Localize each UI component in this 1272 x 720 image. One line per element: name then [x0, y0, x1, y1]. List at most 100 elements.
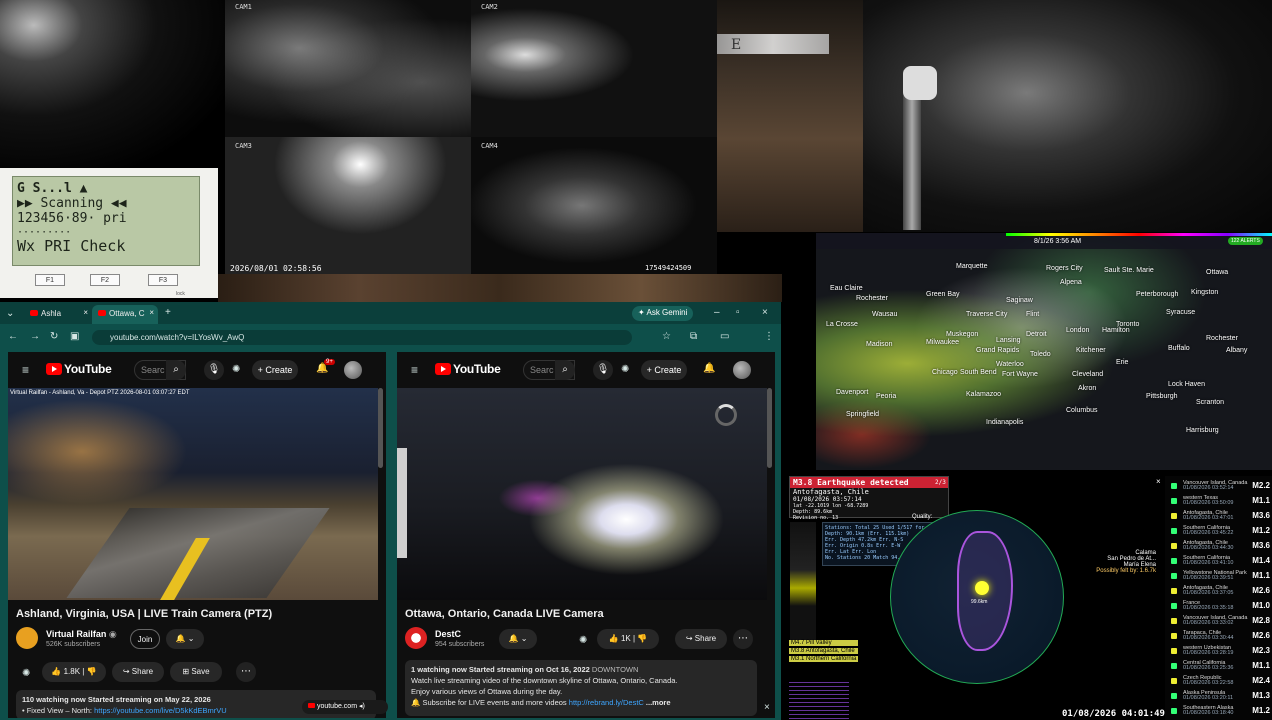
radar-city: Ottawa [1206, 269, 1229, 276]
create-button[interactable]: + Create [641, 360, 687, 380]
quake-list-item[interactable]: Central California 01/08/2026 03:25:36 M1.… [1165, 660, 1272, 672]
globe[interactable]: 99.6km [890, 510, 1064, 684]
quake-list-item[interactable]: western Texas 01/08/2026 03:50:09 M1.1 [1165, 495, 1272, 507]
close-window-icon[interactable]: × [762, 307, 768, 319]
close-overlay-icon[interactable]: × [764, 702, 770, 714]
alerts-badge[interactable]: 122 ALERTS [1228, 237, 1263, 245]
tab-close-icon[interactable]: × [83, 308, 88, 317]
account-avatar[interactable] [733, 361, 751, 379]
description-link[interactable]: https://youtube.com/live/D5kKdEBmrVU [94, 706, 227, 715]
channel-name[interactable]: DestC [435, 629, 461, 639]
radar-city: Pittsburgh [1146, 393, 1178, 400]
like-button[interactable]: 👍 1.8K | 👎 [42, 662, 106, 682]
quake-close-icon[interactable]: × [1156, 477, 1161, 486]
quake-list-time: 01/08/2026 03:20:11 [1183, 695, 1234, 701]
quake-list-magnitude: M1.0 [1252, 601, 1270, 610]
create-button[interactable]: + Create [252, 360, 298, 380]
url-field[interactable]: youtube.com/watch?v=ILYosWv_AwQ [92, 330, 632, 345]
more-actions-icon[interactable]: ⋯ [236, 662, 256, 682]
search-lens-icon[interactable]: ✺ [232, 364, 240, 376]
extensions-icon[interactable]: ⧉ [690, 331, 697, 343]
description-link[interactable]: http://rebrand.ly/DestC [569, 698, 644, 707]
more-actions-icon[interactable]: ⋯ [733, 629, 753, 649]
like-button[interactable]: 👍 1K | 👎 [597, 629, 659, 649]
scrollbar[interactable] [767, 388, 772, 468]
more-link[interactable]: ...more [646, 698, 671, 707]
quake-list-time: 01/08/2026 03:35:18 [1183, 605, 1234, 611]
search-icon[interactable]: ⌕ [555, 360, 575, 380]
quake-list[interactable]: Vancouver Island, Canada 01/08/2026 03:52… [1165, 476, 1272, 720]
dislike-icon: 👎 [637, 634, 648, 643]
quake-list-item[interactable]: western Uzbekistan 01/08/2026 03:28:19 M2.… [1165, 645, 1272, 657]
cast-icon[interactable]: ▭ [720, 331, 729, 343]
forward-icon[interactable]: → [30, 331, 40, 343]
scrollbar[interactable] [378, 388, 383, 468]
clip-icon[interactable]: ✺ [579, 635, 587, 647]
notifications-icon[interactable]: 🔔 [703, 363, 715, 375]
video-description[interactable]: 1 watching now Started streaming on Oct … [405, 660, 757, 716]
browser-window: ⌄ Ashla × Ottawa, C × + ✦ Ask Gemini – ▫… [0, 302, 781, 720]
quake-list-item[interactable]: Alaska Peninsula 01/08/2026 03:20:11 M1.3 [1165, 690, 1272, 702]
mic-icon[interactable]: 🎙 [593, 360, 613, 380]
cam1-feed: CAM1 [225, 0, 471, 137]
subscribe-bell-button[interactable]: 🔔 ⌄ [166, 629, 204, 649]
quake-list-item[interactable]: France 01/08/2026 03:35:18 M1.0 [1165, 600, 1272, 612]
channel-avatar[interactable] [16, 627, 38, 649]
ask-gemini-button[interactable]: ✦ Ask Gemini [632, 306, 694, 321]
youtube-favicon-icon [308, 703, 315, 708]
scanner-f2-button[interactable]: F2 [90, 274, 120, 286]
left-video-player[interactable]: Virtual Railfan - Ashland, Va - Depot PT… [8, 388, 378, 600]
join-button[interactable]: Join [130, 629, 160, 649]
right-video-player[interactable] [397, 388, 767, 600]
account-avatar[interactable] [344, 361, 362, 379]
media-taskbar[interactable]: youtube.com ◂) [302, 700, 388, 714]
search-icon[interactable]: ⌕ [166, 360, 186, 380]
subscribe-bell-button[interactable]: 🔔 ⌄ [499, 629, 537, 649]
menu-dots-icon[interactable]: ⋮ [764, 331, 774, 343]
quake-list-item[interactable]: Czech Republic 01/08/2026 03:22:58 M2.4 [1165, 675, 1272, 687]
hamburger-icon[interactable]: ≡ [22, 364, 29, 376]
volume-icon[interactable]: ◂) [359, 703, 365, 710]
quake-list-item[interactable]: Antofagasta, Chile 01/08/2026 03:47:01 M3.… [1165, 510, 1272, 522]
star-icon[interactable]: ☆ [662, 331, 671, 343]
scanner-f3-button[interactable]: F3 [148, 274, 178, 286]
tab-ottawa[interactable]: Ottawa, C × [92, 305, 158, 324]
youtube-logo[interactable]: YouTube [435, 362, 501, 376]
quake-list-item[interactable]: Southeastern Alaska 01/08/2026 03:18:40 M1… [1165, 705, 1272, 717]
youtube-logo[interactable]: YouTube [46, 362, 112, 376]
quake-list-item[interactable]: Yellowstone National Park 01/08/2026 03:3… [1165, 570, 1272, 582]
tab-close-icon[interactable]: × [149, 308, 154, 317]
sidebar-icon[interactable]: ▣ [70, 331, 79, 343]
weather-radar-map[interactable]: 8/1/26 3:56 AM 122 ALERTS Marquette Roger… [816, 233, 1272, 470]
quake-severity-icon [1171, 528, 1177, 534]
channel-name[interactable]: Virtual Railfan ◉ [46, 629, 117, 640]
quake-list-item[interactable]: Tarapaca, Chile 01/08/2026 03:30:44 M2.6 [1165, 630, 1272, 642]
quake-list-item[interactable]: Antofagasta, Chile 01/08/2026 03:37:05 M2.… [1165, 585, 1272, 597]
channel-avatar[interactable] [405, 627, 427, 649]
quake-list-item[interactable]: Vancouver Island, Canada 01/08/2026 03:52… [1165, 480, 1272, 492]
hamburger-icon[interactable]: ≡ [411, 364, 418, 376]
maximize-icon[interactable]: ▫ [736, 307, 740, 319]
search-lens-icon[interactable]: ✺ [621, 364, 629, 376]
minimize-icon[interactable]: – [714, 307, 720, 319]
radar-city: Akron [1078, 385, 1097, 392]
tab-search-icon[interactable]: ⌄ [6, 308, 14, 320]
create-label: Create [265, 365, 293, 375]
reload-icon[interactable]: ↻ [50, 331, 58, 343]
share-button[interactable]: ↪ Share [112, 662, 164, 682]
clip-icon[interactable]: ✺ [22, 668, 30, 680]
feeder [903, 66, 937, 100]
tab-ottawa-label: Ottawa, C [109, 309, 145, 318]
share-button[interactable]: ↪ Share [675, 629, 727, 649]
save-button[interactable]: ⊞ Save [170, 662, 222, 682]
quake-list-item[interactable]: Antofagasta, Chile 01/08/2026 03:44:30 M3.… [1165, 540, 1272, 552]
radar-city: Erie [1116, 359, 1129, 366]
back-icon[interactable]: ← [8, 331, 18, 343]
scanner-f1-button[interactable]: F1 [35, 274, 65, 286]
new-tab-icon[interactable]: + [165, 307, 171, 319]
tab-ashland[interactable]: Ashla × [24, 305, 92, 324]
quake-list-item[interactable]: Southern California 01/08/2026 03:41:10 M1… [1165, 555, 1272, 567]
quake-list-item[interactable]: Vancouver Island, Canada 01/08/2026 03:33… [1165, 615, 1272, 627]
quake-list-item[interactable]: Southern California 01/08/2026 03:45:22 M1… [1165, 525, 1272, 537]
mic-icon[interactable]: 🎙 [204, 360, 224, 380]
